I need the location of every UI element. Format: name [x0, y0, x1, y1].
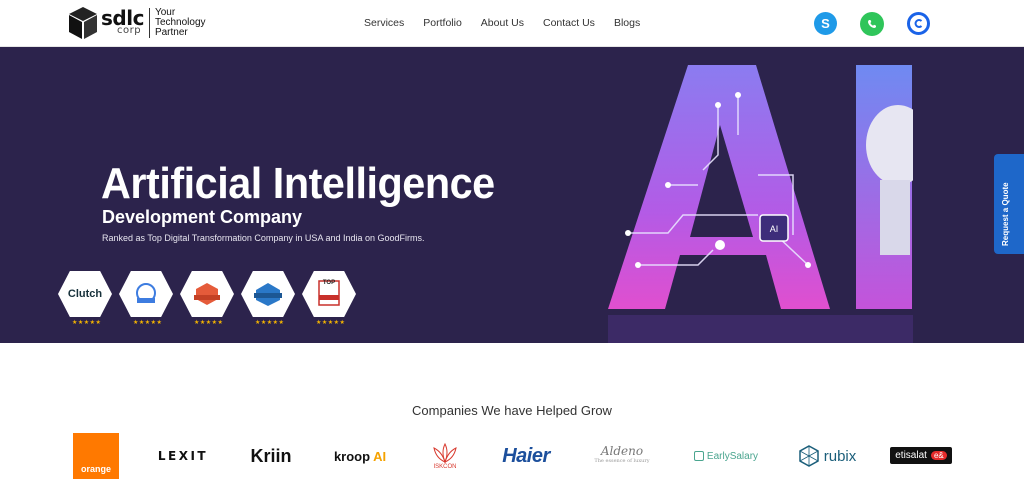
hero-title: Artificial Intelligence: [101, 159, 495, 208]
topdevelopers-emblem: [254, 283, 282, 306]
badge-stars: ★★★★★: [255, 320, 285, 326]
client-logo-lexit: LEXIT: [152, 437, 214, 475]
nav-portfolio[interactable]: Portfolio: [423, 17, 462, 29]
lexit-label: LEXIT: [157, 449, 209, 463]
skype-glyph: S: [821, 16, 830, 31]
cube-icon: [69, 7, 97, 39]
etisalat-label: etisalat: [895, 450, 927, 461]
etisalat-mark: e&: [930, 451, 947, 460]
award-badges: Clutch ★★★★★ ★★★★★ ★★★★★ ★★★★★ TOP ★★★★★: [0, 271, 380, 343]
nav-services[interactable]: Services: [364, 17, 404, 29]
ai-illustration: AI: [608, 65, 913, 343]
appfutura-badge[interactable]: [180, 271, 234, 317]
rubix-label: rubix: [823, 447, 857, 465]
appfutura-emblem: [194, 283, 220, 305]
client-logo-rubix: rubix: [794, 437, 860, 475]
logo-tagline: Your Technology Partner: [154, 7, 206, 38]
client-logo-kroop-ai: kroop AI: [329, 437, 391, 475]
top-badge-label: TOP: [322, 280, 336, 286]
aldeno-tagline: The essence of luxury: [594, 458, 650, 464]
nav-about-us[interactable]: About Us: [481, 17, 524, 29]
haier-label: Haier: [502, 444, 550, 467]
aldeno-label: Aldeno: [600, 444, 644, 458]
nav-blogs[interactable]: Blogs: [614, 17, 640, 29]
top-company-badge[interactable]: TOP: [302, 271, 356, 317]
client-logo-kriin: Kriin: [242, 437, 300, 475]
skype-icon[interactable]: S: [814, 12, 837, 35]
client-logo-iskcon: ISKCON: [424, 437, 466, 475]
logo-divider: [148, 8, 150, 38]
phone-glyph: [868, 20, 876, 29]
whatsapp-icon[interactable]: [860, 12, 884, 36]
badge-stars: ★★★★★: [316, 320, 346, 326]
calendly-glyph: [914, 19, 923, 28]
orange-label: orange: [80, 464, 111, 474]
sdlc-logo[interactable]: sdlc corp Your Technology Partner: [68, 6, 219, 40]
request-quote-label: Request a Quote: [1001, 182, 1010, 246]
badge-stars: ★★★★★: [72, 320, 102, 326]
earlysalary-label: EarlySalary: [706, 450, 759, 462]
goodfirms-emblem: [136, 283, 156, 303]
hero-subtitle: Development Company: [102, 207, 303, 227]
client-logo-etisalat: etisalat e&: [890, 447, 952, 464]
badge-stars: ★★★★★: [133, 320, 163, 326]
kriin-label: Kriin: [250, 445, 292, 466]
lotus-icon: [433, 442, 457, 464]
goodfirms-badge[interactable]: [119, 271, 173, 317]
earlysalary-icon: [693, 451, 704, 461]
logo-word: sdlc: [101, 6, 144, 30]
iskcon-label: ISKCON: [433, 464, 457, 470]
clutch-badge-label: Clutch: [67, 288, 103, 300]
kroop-label: kroop: [333, 448, 371, 464]
main-nav: Services Portfolio About Us Contact Us B…: [364, 17, 659, 29]
clients-heading: Companies We have Helped Grow: [412, 403, 612, 418]
badge-stars: ★★★★★: [194, 320, 224, 326]
client-logo-haier: Haier: [498, 437, 554, 475]
nav-contact-us[interactable]: Contact Us: [543, 17, 595, 29]
client-logo-earlysalary: EarlySalary: [690, 437, 762, 475]
logo-corp: corp: [117, 25, 142, 36]
clutch-badge[interactable]: Clutch: [58, 271, 112, 317]
client-logo-aldeno: Aldeno The essence of luxury: [588, 437, 656, 475]
rubix-hex-icon: [798, 445, 819, 467]
request-quote-tab[interactable]: Request a Quote: [994, 154, 1024, 254]
logo-wordmark: sdlc corp: [101, 6, 144, 36]
kroop-ai-label: AI: [373, 448, 387, 464]
site-header: sdlc corp Your Technology Partner Servic…: [0, 0, 1024, 47]
hero-description: Ranked as Top Digital Transformation Com…: [102, 233, 425, 243]
calendly-icon[interactable]: [907, 12, 930, 35]
ai-chip-label: AI: [770, 224, 779, 234]
topdevelopers-badge[interactable]: [241, 271, 295, 317]
client-logo-orange: orange: [73, 433, 119, 479]
